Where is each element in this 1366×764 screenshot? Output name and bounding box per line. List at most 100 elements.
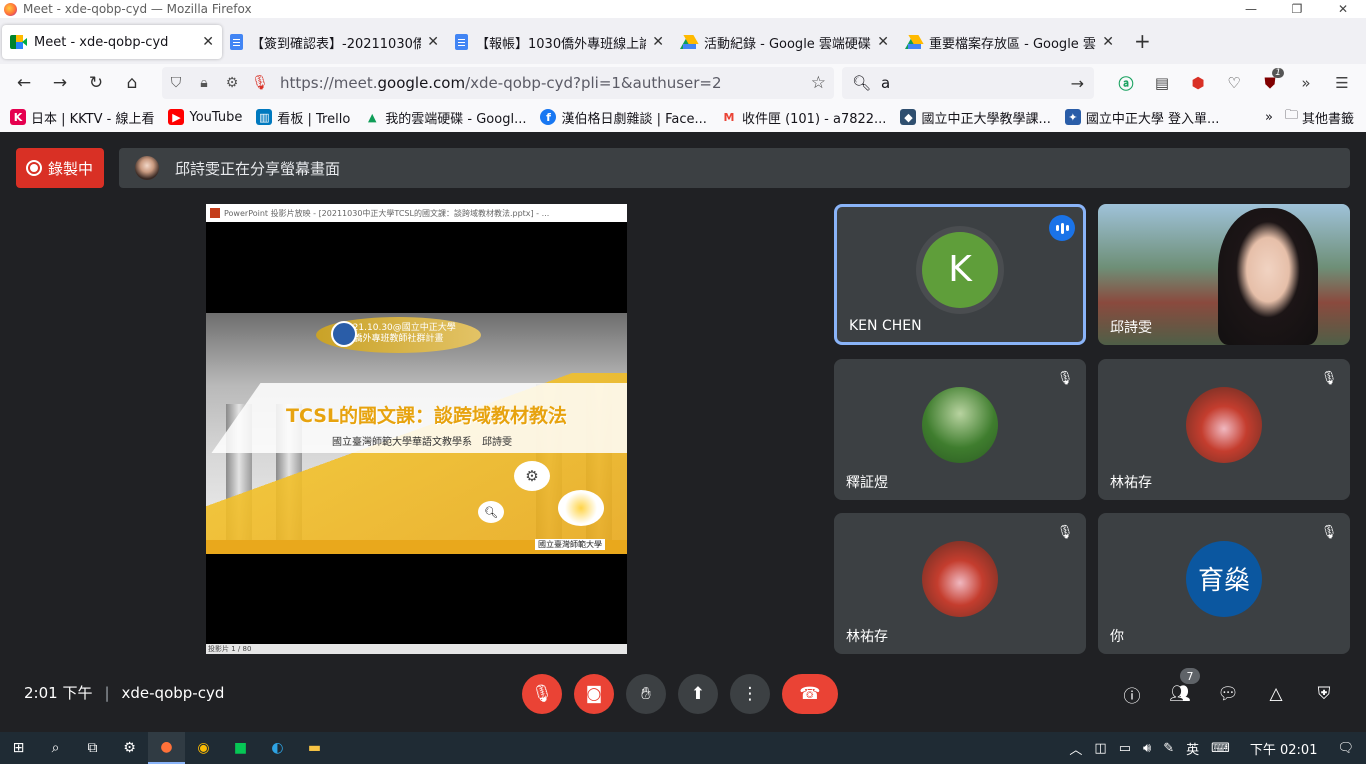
new-tab-button[interactable]: + xyxy=(1134,29,1151,53)
back-button[interactable]: ← xyxy=(6,67,42,99)
battery-icon[interactable]: ▭ xyxy=(1119,741,1131,756)
restore-button[interactable]: ❐ xyxy=(1274,0,1320,18)
tab-signin-sheet[interactable]: 【簽到確認表】-20211030僑外 ✕ xyxy=(222,25,447,59)
search-bar[interactable]: 🔍︎ a → xyxy=(842,67,1094,99)
volume-icon[interactable]: 🔊︎ xyxy=(1143,741,1151,756)
people-button[interactable]: 👥︎ xyxy=(1166,680,1194,708)
gear-icon: ⚙ xyxy=(514,461,550,491)
pocket-icon[interactable]: ♡ xyxy=(1216,68,1252,98)
shield-icon[interactable]: ⛉ xyxy=(162,75,190,91)
bookmark-trello[interactable]: ▥ 看板 | Trello xyxy=(256,108,350,127)
avatar xyxy=(922,386,998,463)
minimize-button[interactable]: — xyxy=(1228,0,1274,18)
magnifier-icon: 🔍︎ xyxy=(478,501,504,523)
home-button[interactable]: ⌂ xyxy=(114,67,150,99)
pen-icon[interactable]: ✎ xyxy=(1163,741,1174,756)
forward-button[interactable]: → xyxy=(42,67,78,99)
input-language[interactable]: 英 xyxy=(1186,739,1199,758)
camera-toggle-button[interactable]: ◙ xyxy=(574,674,614,714)
presentation-slide: 2021.10.30@國立中正大學 僑外專班教師社群計畫 TCSL的國文課：談跨域… xyxy=(206,313,627,554)
close-tab-icon[interactable]: ✕ xyxy=(652,34,664,50)
settings-icon[interactable]: ⚙ xyxy=(111,732,148,764)
bookmark-facebook[interactable]: f 漢伯格日劇雜談 | Face... xyxy=(540,108,707,127)
close-tab-icon[interactable]: ✕ xyxy=(427,34,439,50)
recording-indicator[interactable]: 錄製中 xyxy=(16,148,104,188)
tab-label: 活動紀錄 - Google 雲端硬碟 xyxy=(704,36,871,52)
windows-start-icon[interactable]: ⊞ xyxy=(0,732,37,764)
clock[interactable]: 下午 02:01 xyxy=(1250,739,1318,758)
ntnu-logo: 國立臺灣師範大學 xyxy=(535,539,605,550)
reader-view-icon[interactable]: ▤ xyxy=(1144,68,1180,98)
tab-label: 【報帳】1030僑外專班線上論壇 xyxy=(476,36,647,52)
participant-tile[interactable]: K KEN CHEN xyxy=(834,204,1086,345)
adblock-extension-icon[interactable]: ⬢ xyxy=(1180,68,1216,98)
ccu-icon: ◆ xyxy=(900,109,917,125)
bookmark-gmail[interactable]: M 收件匣 (101) - a7822... xyxy=(721,108,886,127)
mic-toggle-button[interactable]: 🎙︎ xyxy=(522,674,562,714)
bookmark-drive[interactable]: ▲ 我的雲端硬碟 - Googl... xyxy=(364,108,526,127)
address-bar[interactable]: ⛉ 🔒︎ ⚙ 🎙︎ https://meet.google.com/xde-qo… xyxy=(162,67,834,99)
search-go-icon[interactable]: → xyxy=(1071,74,1084,93)
bookmark-ccu-login[interactable]: ✦ 國立中正大學 登入單... xyxy=(1064,108,1219,127)
microphone-icon[interactable]: 🎙︎ xyxy=(246,75,274,91)
participant-tile[interactable]: 🎙︎ 林祐存 xyxy=(1098,359,1350,500)
raise-hand-button[interactable]: ✋︎ xyxy=(626,674,666,714)
participant-tile[interactable]: 🎙︎ 釋証煜 xyxy=(834,359,1086,500)
more-options-button[interactable]: ⋮ xyxy=(730,674,770,714)
close-tab-icon[interactable]: ✕ xyxy=(1102,34,1114,50)
search-icon[interactable]: ⌕ xyxy=(37,732,74,764)
bookmark-star-icon[interactable]: ☆ xyxy=(811,73,826,93)
ublock-extension-icon[interactable]: ⛊ 1 xyxy=(1252,68,1288,98)
tab-label: Meet - xde-qobp-cyd xyxy=(34,34,169,50)
close-window-button[interactable]: ✕ xyxy=(1320,0,1366,18)
mic-off-icon: 🎙︎ xyxy=(1320,370,1338,386)
notifications-icon[interactable]: 🗨︎ xyxy=(1337,741,1354,756)
lock-icon[interactable]: 🔒︎ xyxy=(190,75,218,91)
camera-off-icon: ◙ xyxy=(585,684,603,704)
participant-name: 林祐存 xyxy=(1110,475,1152,491)
chat-button[interactable]: 💬︎ xyxy=(1214,680,1242,708)
participant-tile-self[interactable]: 育燊 🎙︎ 你 xyxy=(1098,513,1350,654)
ime-icon[interactable]: ⌨ xyxy=(1211,741,1230,756)
participant-tile-video[interactable]: 邱詩雯 xyxy=(1098,204,1350,345)
windows-taskbar: ⊞ ⌕ ⧉ ⚙ ● ◉ ■ ◐ ▬ ︿ ◫ ▭ 🔊︎ ✎ 英 ⌨ 下午 02:0… xyxy=(0,732,1366,764)
tab-meet[interactable]: Meet - xde-qobp-cyd ✕ xyxy=(2,25,222,59)
camera-tray-icon[interactable]: ◫ xyxy=(1094,741,1106,756)
file-explorer-icon[interactable]: ▬ xyxy=(296,732,333,764)
line-taskbar-icon[interactable]: ■ xyxy=(222,732,259,764)
firefox-taskbar-icon[interactable]: ● xyxy=(148,732,185,764)
bookmark-ccu-teaching[interactable]: ◆ 國立中正大學教學課... xyxy=(900,108,1051,127)
edge-taskbar-icon[interactable]: ◐ xyxy=(259,732,296,764)
close-tab-icon[interactable]: ✕ xyxy=(202,34,214,50)
reload-button[interactable]: ↻ xyxy=(78,67,114,99)
bookmark-youtube[interactable]: ▶ YouTube xyxy=(168,109,242,125)
other-bookmarks[interactable]: » 🗀 其他書籤 xyxy=(1265,106,1354,128)
drive-icon xyxy=(680,35,699,49)
tab-activity-drive[interactable]: 活動紀錄 - Google 雲端硬碟 ✕ xyxy=(672,25,897,59)
activities-button[interactable]: △ xyxy=(1262,680,1290,708)
tray-chevron-icon[interactable]: ︿ xyxy=(1069,739,1082,758)
close-tab-icon[interactable]: ✕ xyxy=(877,34,889,50)
hang-up-icon: ☎ xyxy=(799,684,821,704)
shared-screen[interactable]: PowerPoint 投影片放映 - [20211030中正大學TCSL的國文課… xyxy=(206,204,627,654)
participant-tile[interactable]: 🎙︎ 林祐存 xyxy=(834,513,1086,654)
tab-expense[interactable]: 【報帳】1030僑外專班線上論壇 ✕ xyxy=(447,25,672,59)
host-controls-button[interactable]: ⛨ xyxy=(1310,680,1338,708)
permissions-icon[interactable]: ⚙ xyxy=(218,75,246,91)
search-input[interactable]: a xyxy=(881,74,890,92)
amazon-extension-icon[interactable]: ⓐ xyxy=(1108,68,1144,98)
menu-icon[interactable]: ☰ xyxy=(1324,68,1360,98)
tab-files-drive[interactable]: 重要檔案存放區 - Google 雲端硬 ✕ xyxy=(897,25,1122,59)
participant-name: KEN CHEN xyxy=(849,318,922,334)
chrome-taskbar-icon[interactable]: ◉ xyxy=(185,732,222,764)
present-screen-button[interactable]: ⬆ xyxy=(678,674,718,714)
record-icon xyxy=(26,160,42,176)
overflow-chevron-icon[interactable]: » xyxy=(1288,68,1324,98)
bookmarks-overflow-icon[interactable]: » xyxy=(1265,110,1273,125)
bookmark-kktv[interactable]: K 日本 | KKTV - 線上看 xyxy=(10,108,154,127)
task-view-icon[interactable]: ⧉ xyxy=(74,732,111,764)
url-text[interactable]: https://meet.google.com/xde-qobp-cyd?pli… xyxy=(280,74,722,92)
trello-icon: ▥ xyxy=(256,109,273,125)
leave-call-button[interactable]: ☎ xyxy=(782,674,838,714)
meeting-info-button[interactable]: ⓘ xyxy=(1118,680,1146,708)
